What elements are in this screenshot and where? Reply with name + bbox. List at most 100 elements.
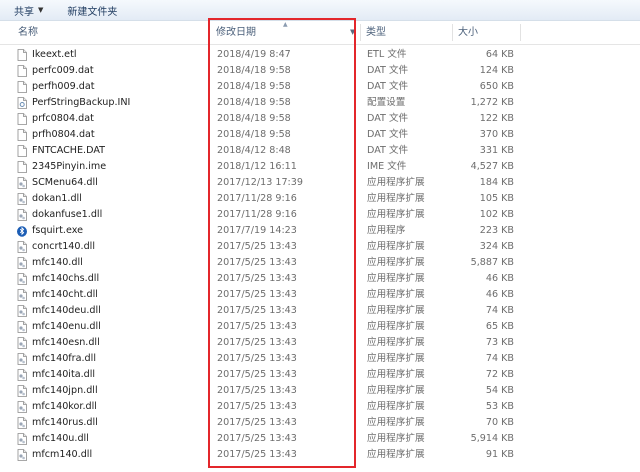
file-row[interactable]: mfc140chs.dll 2017/5/25 13:43 应用程序扩展 46 KB — [0, 271, 640, 287]
column-header-size[interactable]: 大小 — [458, 21, 478, 44]
file-type: 应用程序扩展 — [367, 305, 425, 316]
file-row[interactable]: FNTCACHE.DAT 2018/4/12 8:48 DAT 文件 331 KB — [0, 143, 640, 159]
file-name: perfh009.dat — [32, 81, 95, 92]
file-modified-date: 2017/5/25 13:43 — [217, 305, 297, 316]
file-row[interactable]: dokanfuse1.dll 2017/11/28 9:16 应用程序扩展 102 K… — [0, 207, 640, 223]
new-folder-button[interactable]: 新建文件夹 — [61, 0, 123, 20]
file-modified-date: 2017/5/25 13:43 — [217, 241, 297, 252]
file-modified-date: 2017/5/25 13:43 — [217, 401, 297, 412]
file-size: 72 KB — [485, 369, 514, 380]
dll-icon — [16, 401, 28, 413]
file-type: 应用程序扩展 — [367, 241, 425, 252]
file-row[interactable]: dokan1.dll 2017/11/28 9:16 应用程序扩展 105 KB — [0, 191, 640, 207]
file-row[interactable]: concrt140.dll 2017/5/25 13:43 应用程序扩展 324 KB — [0, 239, 640, 255]
file-type: 应用程序扩展 — [367, 193, 425, 204]
file-type: 应用程序扩展 — [367, 337, 425, 348]
file-row[interactable]: mfcm140.dll 2017/5/25 13:43 应用程序扩展 91 KB — [0, 447, 640, 463]
file-icon — [16, 113, 28, 125]
file-size: 64 KB — [485, 49, 514, 60]
file-size: 4,527 KB — [470, 161, 514, 172]
file-icon — [16, 161, 28, 173]
file-modified-date: 2018/4/18 9:58 — [217, 81, 291, 92]
file-row[interactable]: mfc140deu.dll 2017/5/25 13:43 应用程序扩展 74 KB — [0, 303, 640, 319]
file-size: 102 KB — [479, 209, 514, 220]
file-row[interactable]: mfc140cht.dll 2017/5/25 13:43 应用程序扩展 46 KB — [0, 287, 640, 303]
file-row[interactable]: mfc140enu.dll 2017/5/25 13:43 应用程序扩展 65 KB — [0, 319, 640, 335]
file-row[interactable]: Ikeext.etl 2018/4/19 8:47 ETL 文件 64 KB — [0, 47, 640, 63]
file-modified-date: 2017/11/28 9:16 — [217, 209, 297, 220]
column-divider[interactable] — [452, 24, 453, 41]
file-name: dokanfuse1.dll — [32, 209, 103, 220]
file-type: 应用程序扩展 — [367, 209, 425, 220]
file-size: 73 KB — [485, 337, 514, 348]
file-name: mfc140fra.dll — [32, 353, 96, 364]
dll-icon — [16, 241, 28, 253]
dll-icon — [16, 289, 28, 301]
share-label: 共享 — [14, 6, 34, 18]
file-type: 配置设置 — [367, 97, 406, 108]
file-row[interactable]: mfc140rus.dll 2017/5/25 13:43 应用程序扩展 70 KB — [0, 415, 640, 431]
column-divider[interactable] — [360, 24, 361, 41]
file-row[interactable]: mfc140esn.dll 2017/5/25 13:43 应用程序扩展 73 KB — [0, 335, 640, 351]
file-name: mfc140cht.dll — [32, 289, 98, 300]
file-type: 应用程序扩展 — [367, 417, 425, 428]
file-modified-date: 2017/5/25 13:43 — [217, 433, 297, 444]
dll-icon — [16, 257, 28, 269]
file-row[interactable]: 2345Pinyin.ime 2018/1/12 16:11 IME 文件 4,527… — [0, 159, 640, 175]
column-divider[interactable] — [520, 24, 521, 41]
dll-icon — [16, 353, 28, 365]
file-size: 650 KB — [479, 81, 514, 92]
file-name: FNTCACHE.DAT — [32, 145, 106, 156]
dll-icon — [16, 305, 28, 317]
file-row[interactable]: mfc140kor.dll 2017/5/25 13:43 应用程序扩展 53 KB — [0, 399, 640, 415]
column-header-row: 名称 ▲ 修改日期 ▼ 类型 大小 — [0, 21, 640, 45]
file-row[interactable]: perfc009.dat 2018/4/18 9:58 DAT 文件 124 KB — [0, 63, 640, 79]
file-size: 370 KB — [479, 129, 514, 140]
column-divider[interactable] — [208, 24, 209, 41]
file-type: DAT 文件 — [367, 145, 409, 156]
file-modified-date: 2017/5/25 13:43 — [217, 385, 297, 396]
file-name: mfc140rus.dll — [32, 417, 98, 428]
file-size: 65 KB — [485, 321, 514, 332]
file-type: 应用程序扩展 — [367, 369, 425, 380]
file-modified-date: 2017/5/25 13:43 — [217, 417, 297, 428]
file-size: 331 KB — [479, 145, 514, 156]
file-row[interactable]: SCMenu64.dll 2017/12/13 17:39 应用程序扩展 184 KB — [0, 175, 640, 191]
file-size: 70 KB — [485, 417, 514, 428]
file-row[interactable]: prfh0804.dat 2018/4/18 9:58 DAT 文件 370 KB — [0, 127, 640, 143]
file-modified-date: 2018/4/19 8:47 — [217, 49, 291, 60]
file-row[interactable]: prfc0804.dat 2018/4/18 9:58 DAT 文件 122 KB — [0, 111, 640, 127]
file-row[interactable]: mfc140fra.dll 2017/5/25 13:43 应用程序扩展 74 KB — [0, 351, 640, 367]
chevron-down-icon: ▼ — [38, 6, 44, 14]
file-modified-date: 2018/4/18 9:58 — [217, 129, 291, 140]
file-row[interactable]: mfc140.dll 2017/5/25 13:43 应用程序扩展 5,887 KB — [0, 255, 640, 271]
file-modified-date: 2017/12/13 17:39 — [217, 177, 303, 188]
file-icon — [16, 129, 28, 141]
column-header-type[interactable]: 类型 — [366, 21, 386, 44]
file-row[interactable]: mfc140ita.dll 2017/5/25 13:43 应用程序扩展 72 KB — [0, 367, 640, 383]
file-name: mfc140u.dll — [32, 433, 89, 444]
file-row[interactable]: fsquirt.exe 2017/7/19 14:23 应用程序 223 KB — [0, 223, 640, 239]
file-size: 74 KB — [485, 353, 514, 364]
file-row[interactable]: mfc140jpn.dll 2017/5/25 13:43 应用程序扩展 54 KB — [0, 383, 640, 399]
file-row[interactable]: perfh009.dat 2018/4/18 9:58 DAT 文件 650 KB — [0, 79, 640, 95]
file-type: DAT 文件 — [367, 129, 409, 140]
file-modified-date: 2017/5/25 13:43 — [217, 353, 297, 364]
file-type: 应用程序扩展 — [367, 289, 425, 300]
file-name: perfc009.dat — [32, 65, 94, 76]
file-modified-date: 2018/4/18 9:58 — [217, 97, 291, 108]
file-icon — [16, 49, 28, 61]
column-dropdown-icon[interactable]: ▼ — [350, 28, 355, 36]
file-size: 74 KB — [485, 305, 514, 316]
file-row[interactable]: PerfStringBackup.INI 2018/4/18 9:58 配置设置 1,… — [0, 95, 640, 111]
file-size: 46 KB — [485, 289, 514, 300]
column-header-date[interactable]: 修改日期 — [216, 21, 356, 44]
dll-icon — [16, 449, 28, 461]
column-header-name[interactable]: 名称 — [18, 21, 38, 44]
file-modified-date: 2017/5/25 13:43 — [217, 321, 297, 332]
dll-icon — [16, 417, 28, 429]
share-menu-button[interactable]: 共享 ▼ — [0, 0, 49, 20]
file-type: 应用程序扩展 — [367, 353, 425, 364]
file-size: 1,272 KB — [470, 97, 514, 108]
file-row[interactable]: mfc140u.dll 2017/5/25 13:43 应用程序扩展 5,914 KB — [0, 431, 640, 447]
